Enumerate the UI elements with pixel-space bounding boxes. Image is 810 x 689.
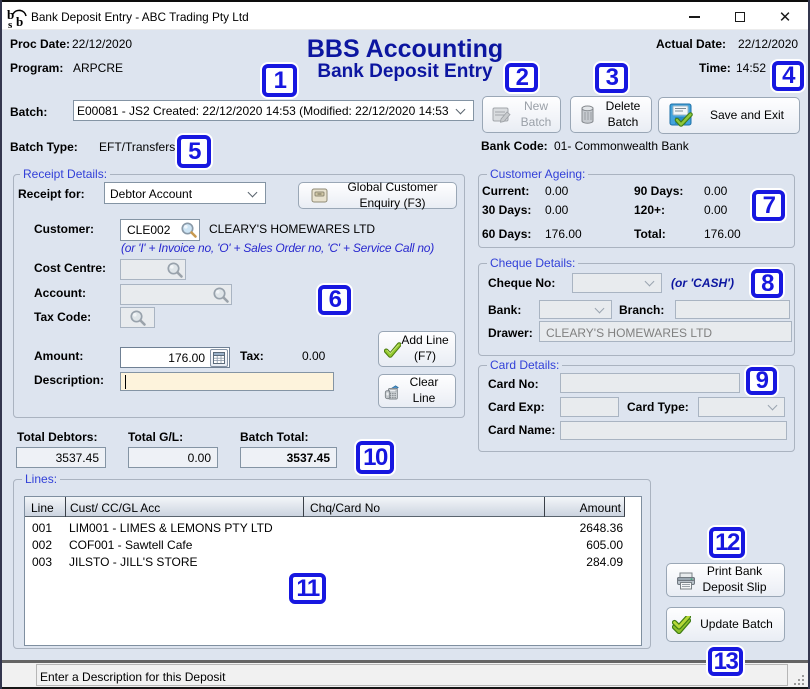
svg-text:b: b [16, 14, 23, 29]
svg-text:s: s [8, 19, 13, 29]
